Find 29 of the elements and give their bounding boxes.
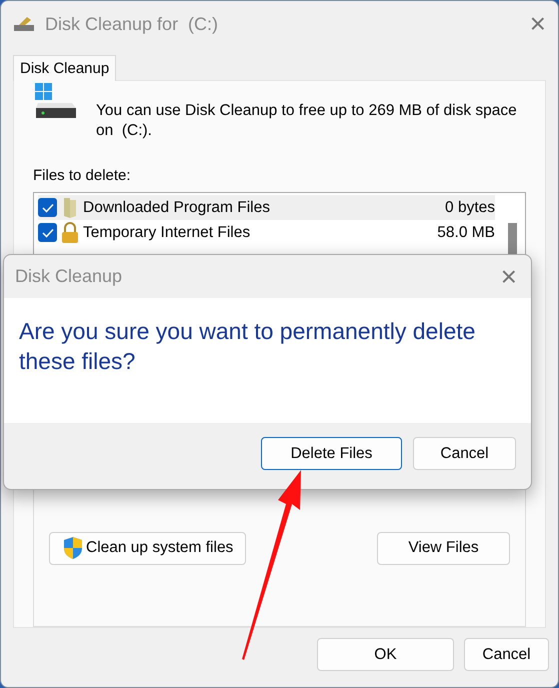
file-size: 0 bytes <box>445 198 495 216</box>
cancel-button[interactable]: Cancel <box>464 638 549 671</box>
clean-system-files-button[interactable]: Clean up system files <box>49 532 246 565</box>
drive-icon <box>33 83 78 119</box>
tab[interactable]: Disk Cleanup <box>13 55 116 81</box>
file-name: Temporary Internet Files <box>83 224 252 242</box>
folder-icon <box>61 196 79 218</box>
files-label: Files to delete: <box>33 167 132 184</box>
checkbox[interactable] <box>38 223 57 242</box>
window-title: Disk Cleanup for (C:) <box>45 14 220 34</box>
checkbox[interactable] <box>38 198 57 217</box>
file-size: 58.0 MB <box>437 224 495 242</box>
checkmark-icon <box>42 202 54 212</box>
shield-icon <box>62 536 84 560</box>
confirm-message: Are you sure you want to permanently delete these files? <box>19 317 476 376</box>
checkmark-icon <box>42 228 54 238</box>
file-row[interactable]: Temporary Internet Files 58.0 MB <box>38 220 495 245</box>
view-files-button[interactable]: View Files <box>377 532 510 565</box>
padlock-icon <box>61 222 79 244</box>
dialog-title: Disk Cleanup <box>15 266 124 287</box>
description-text: You can use Disk Cleanup to free up to 269 MB of disk space on (C:). <box>96 101 518 141</box>
delete-files-button[interactable]: Delete Files <box>261 437 402 470</box>
file-row[interactable]: Downloaded Program Files 0 bytes <box>38 195 495 220</box>
broom-drive-icon <box>13 16 37 32</box>
ok-button[interactable]: OK <box>317 638 454 671</box>
close-button[interactable]: × <box>530 10 546 38</box>
cancel-button[interactable]: Cancel <box>413 437 516 470</box>
file-name: Downloaded Program Files <box>83 198 271 216</box>
close-button[interactable]: × <box>500 262 517 290</box>
